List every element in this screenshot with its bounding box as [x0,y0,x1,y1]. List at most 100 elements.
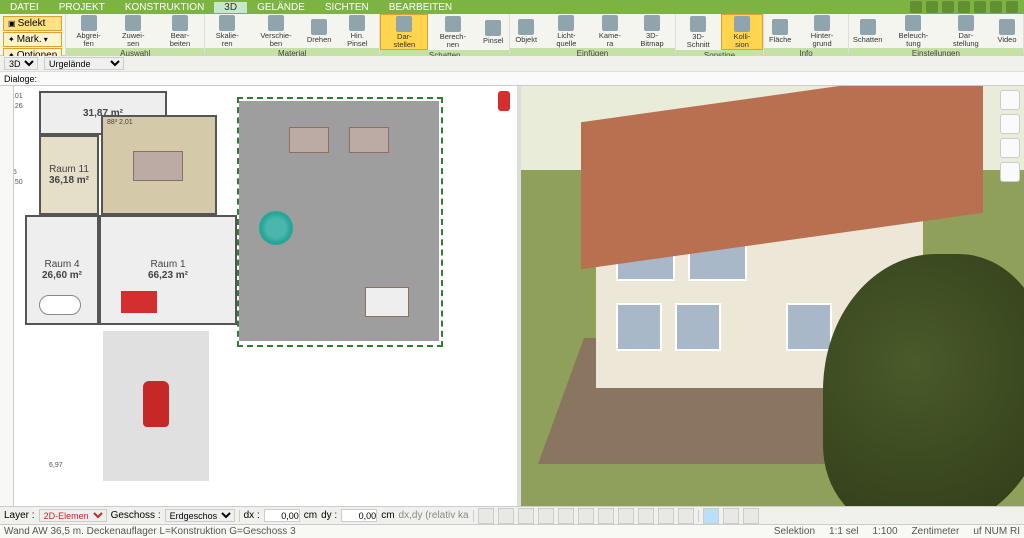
tool-icon[interactable] [678,508,694,524]
tool-icon[interactable] [478,508,494,524]
umbrella [259,211,293,245]
palette-tool-icon[interactable] [1000,138,1020,158]
ribbon-group-sonstige: 3D- SchnittKolli- sionSonstige [676,14,764,55]
tool-icon[interactable] [518,508,534,524]
minimize-icon[interactable] [974,1,986,13]
ribbon-btn[interactable]: Fläche [764,14,796,48]
menu-bearbeiten[interactable]: BEARBEITEN [379,2,462,13]
tool-icon[interactable] [538,508,554,524]
mode-select[interactable]: 3D [4,57,38,70]
close-icon[interactable] [1006,1,1018,13]
ribbon-btn[interactable]: Abgrei- fen [66,14,111,48]
sys-icon[interactable] [926,1,938,13]
sys-icon[interactable] [942,1,954,13]
tool-icon[interactable] [638,508,654,524]
ribbon-btn[interactable]: 3D- Schnitt [676,14,721,50]
tool-icon[interactable] [723,508,739,524]
maximize-icon[interactable] [990,1,1002,13]
ribbon-btn[interactable]: 3D- Bitmap [629,14,674,48]
ribbon-group-info: FlächeHinter- grundInfo [764,14,849,55]
room-raum4[interactable]: Raum 426,60 m² [25,215,99,325]
ribbon-btn[interactable]: Verschie- ben [249,14,303,48]
menu-konstruktion[interactable]: KONSTRUKTION [115,2,214,13]
menu-datei[interactable]: DATEI [0,2,49,13]
sys-icon[interactable] [910,1,922,13]
layer-value-select[interactable]: 2D-Elemen [39,509,107,522]
ribbon-btn[interactable]: Dar- stellung [941,14,991,48]
tool-icon[interactable] [618,508,634,524]
bathtub [39,295,81,315]
tool-icon [445,16,461,32]
sys-icon[interactable] [958,1,970,13]
ribbon-btn-label: Video [997,36,1016,44]
status-ratio: 1:100 [873,526,898,537]
floorplan-view[interactable]: 1,01 2,26 75 4,50 12,27 6,97 31,87 m² Ra… [14,86,517,506]
tool-icon[interactable] [498,508,514,524]
ribbon-btn[interactable]: Objekt [510,14,542,48]
ribbon-btn-label: Skalie- ren [209,32,245,47]
ribbon-btn[interactable]: Skalie- ren [205,14,249,48]
tool-icon[interactable] [743,508,759,524]
room-raum1[interactable]: Raum 166,23 m² [99,215,237,325]
status-scale: 1:1 sel [829,526,858,537]
ribbon-btn[interactable]: Hin. Pinsel [335,14,379,48]
snap-tool-icon[interactable] [703,508,719,524]
dim-label: 75 [14,169,17,176]
dy-input[interactable] [341,509,377,522]
ribbon-btn[interactable]: Licht- quelle [542,14,590,48]
ribbon-btn[interactable]: Berech- nen [428,14,477,50]
ribbon-btn[interactable]: Bear- beiten [156,14,205,48]
ribbon-btn[interactable]: Video [991,14,1023,48]
3d-view[interactable] [521,86,1024,506]
tool-icon[interactable] [578,508,594,524]
main-menubar: DATEIPROJEKTKONSTRUKTION3DGELÄNDESICHTEN… [0,0,1024,14]
room-raum11[interactable]: Raum 1136,18 m² [39,135,99,215]
geschoss-select[interactable]: Erdgeschos [165,509,235,522]
select-button[interactable]: ▣ Selekt [3,16,62,31]
dx-input[interactable] [264,509,300,522]
sofa [121,291,157,313]
layer-select[interactable]: Urgelände [44,57,124,70]
ribbon-group-einstellungen: SchattenBeleuch- tungDar- stellungVideoE… [849,14,1024,55]
plant-tool-icon[interactable] [1000,162,1020,182]
dim-label: 6,97 [49,462,63,469]
ribbon-btn[interactable]: Schatten [849,14,887,48]
ribbon-btn-label: Abgrei- fen [70,32,107,47]
room-kitchen[interactable]: 88³ 2,0145,42 m² [101,115,217,215]
ribbon-btn[interactable]: Kame- ra [591,14,630,48]
ribbon-btn-label: Licht- quelle [546,32,586,47]
ribbon-btn-label: Pinsel [483,37,503,45]
layers-tool-icon[interactable] [1000,90,1020,110]
sub-toolbar: 3D Urgelände [0,56,1024,72]
ribbon-btn-label: 3D- Schnitt [680,33,717,48]
ribbon-btn[interactable]: Pinsel [477,14,509,50]
ribbon-btn[interactable]: Zuwei- sen [111,14,156,48]
ribbon-btn-label: Fläche [769,36,792,44]
ribbon-btn[interactable]: Beleuch- tung [886,14,940,48]
ribbon-btn[interactable]: Dar- stellen [380,14,428,50]
furniture-tool-icon[interactable] [1000,114,1020,134]
terrace[interactable] [239,101,439,341]
tool-icon[interactable] [558,508,574,524]
tool-icon [772,19,788,35]
ribbon-btn-label: Bear- beiten [160,32,201,47]
tool-icon [734,16,750,32]
status-message: Wand AW 36,5 m. Deckenauflager L=Konstru… [4,526,296,537]
menu-3d[interactable]: 3D [214,2,247,13]
ribbon-btn[interactable]: Kolli- sion [721,14,763,50]
menu-projekt[interactable]: PROJEKT [49,2,115,13]
ribbon-btn-label: Schatten [853,36,883,44]
ribbon-btn[interactable]: Drehen [303,14,336,48]
ribbon-btn-label: Hinter- grund [800,32,844,47]
ribbon-btn-label: Kolli- sion [726,33,758,48]
tool-icon[interactable] [658,508,674,524]
bottom-toolbar: Layer : 2D-Elemen Geschoss : Erdgeschos … [0,506,1024,524]
mark-button[interactable]: ✦ Mark. ▾ [3,32,62,47]
ribbon-btn[interactable]: Hinter- grund [796,14,848,48]
menu-sichten[interactable]: SICHTEN [315,2,379,13]
tool-icon[interactable] [598,508,614,524]
menu-gelände[interactable]: GELÄNDE [247,2,315,13]
ribbon-group-auswahl: Abgrei- fenZuwei- senBear- beitenAuswahl [66,14,205,55]
ribbon-btn-label: Zuwei- sen [115,32,152,47]
coord-mode: dx,dy (relativ ka [399,510,469,521]
